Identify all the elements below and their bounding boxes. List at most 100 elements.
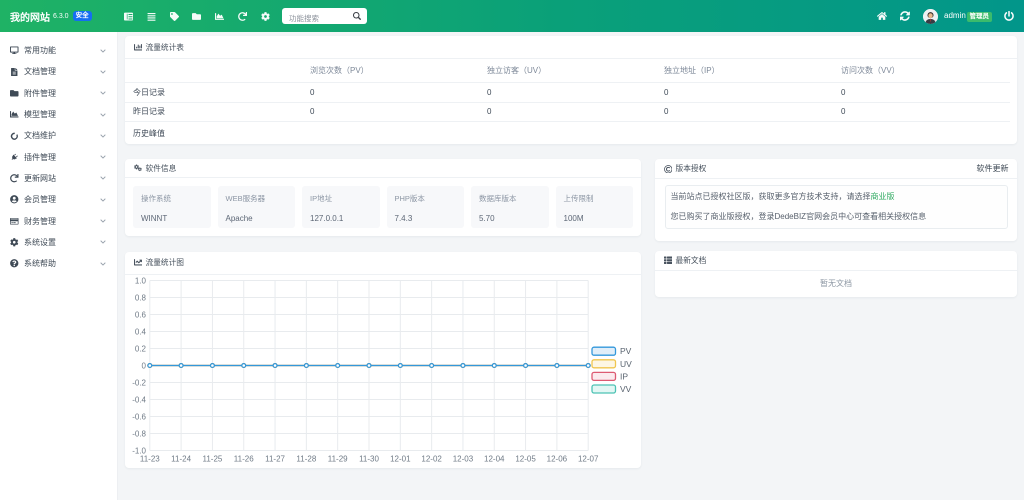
sidebar-item-会员管理[interactable]: 会员管理 xyxy=(0,189,117,210)
traffic-stats-title: 流量统计表 xyxy=(146,42,184,53)
software-info-title: 软件信息 xyxy=(146,163,177,174)
card-label: 数据库版本 xyxy=(479,193,541,204)
sidebar-item-文档管理[interactable]: 文档管理 xyxy=(0,61,117,82)
card-label: WEB服务器 xyxy=(226,193,288,204)
software-info-header: 软件信息 xyxy=(125,159,641,178)
sidebar-item-系统设置[interactable]: 系统设置 xyxy=(0,232,117,253)
file-icon xyxy=(10,68,19,77)
license-box: 当前站点已授权社区版，获取更多官方技术支持，请选择商业版 您已购买了商业版授权，… xyxy=(665,185,1008,229)
svg-text:11-27: 11-27 xyxy=(265,454,285,463)
home-icon[interactable] xyxy=(877,11,887,21)
cogs-icon xyxy=(134,164,143,173)
top-navbar: 我的网站 6.3.0 安全 admin 管理员 xyxy=(0,0,1024,32)
sidebar: 常用功能文档管理附件管理模型管理文档维护插件管理更新网站会员管理财务管理系统设置… xyxy=(0,32,118,500)
sidebar-item-label: 财务管理 xyxy=(24,216,56,227)
folder-icon[interactable] xyxy=(192,12,201,21)
svg-text:-0.4: -0.4 xyxy=(132,395,146,404)
tag-icon[interactable] xyxy=(170,12,179,21)
card-value: Apache xyxy=(226,214,288,223)
sidebar-item-插件管理[interactable]: 插件管理 xyxy=(0,146,117,167)
svg-text:0: 0 xyxy=(142,361,147,370)
cell-value: 0 xyxy=(479,88,656,97)
user-circle-icon xyxy=(10,195,19,204)
svg-text:12-02: 12-02 xyxy=(421,454,442,463)
chart-area-icon[interactable] xyxy=(215,12,224,21)
search-box xyxy=(282,8,367,24)
site-title[interactable]: 我的网站 xyxy=(10,9,50,24)
svg-text:12-05: 12-05 xyxy=(515,454,536,463)
avatar[interactable] xyxy=(923,9,938,24)
software-card-WEB服务器: WEB服务器 Apache xyxy=(218,186,296,228)
latest-docs-title: 最新文档 xyxy=(676,255,707,266)
svg-text:VV: VV xyxy=(620,384,632,394)
question-circle-icon xyxy=(10,259,19,268)
sidebar-item-财务管理[interactable]: 财务管理 xyxy=(0,210,117,231)
sidebar-item-label: 插件管理 xyxy=(24,152,56,163)
table-header-cell: 浏览次数（PV） xyxy=(302,65,479,76)
sidebar-menu: 常用功能文档管理附件管理模型管理文档维护插件管理更新网站会员管理财务管理系统设置… xyxy=(0,32,117,274)
chart-bar-icon xyxy=(134,43,143,52)
brand-area: 我的网站 6.3.0 安全 xyxy=(10,0,92,32)
row-label: 昨日记录 xyxy=(125,106,302,117)
svg-text:11-25: 11-25 xyxy=(202,454,222,463)
svg-text:-0.6: -0.6 xyxy=(132,412,146,421)
refresh-icon[interactable] xyxy=(900,11,910,21)
no-docs-text: 暂无文档 xyxy=(655,271,1017,296)
software-update-link[interactable]: 软件更新 xyxy=(977,163,1009,174)
sidebar-item-label: 会员管理 xyxy=(24,194,56,205)
bars-icon[interactable] xyxy=(147,12,156,21)
svg-text:0.2: 0.2 xyxy=(135,344,147,353)
search-icon[interactable] xyxy=(353,12,361,20)
sidebar-item-label: 系统帮助 xyxy=(24,258,56,269)
license-panel: 版本授权 软件更新 当前站点已授权社区版，获取更多官方技术支持，请选择商业版 您… xyxy=(655,159,1017,241)
row-label: 历史峰值 xyxy=(125,128,302,139)
license-line-1: 当前站点已授权社区版，获取更多官方技术支持，请选择商业版 xyxy=(671,187,1002,207)
desktop-icon xyxy=(10,46,19,55)
sidebar-item-更新网站[interactable]: 更新网站 xyxy=(0,168,117,189)
chevron-down-icon xyxy=(100,218,106,224)
sidebar-item-系统帮助[interactable]: 系统帮助 xyxy=(0,253,117,274)
row-label: 今日记录 xyxy=(125,87,302,98)
chevron-down-icon xyxy=(100,261,106,267)
svg-text:0.6: 0.6 xyxy=(135,310,147,319)
cell-value: 0 xyxy=(302,88,479,97)
list-alt-icon[interactable] xyxy=(124,12,133,21)
main-content: 流量统计表 浏览次数（PV） 独立访客（UV） 独立地址（IP） 访问次数（VV… xyxy=(118,32,1024,500)
username[interactable]: admin xyxy=(944,0,966,32)
svg-text:11-24: 11-24 xyxy=(171,454,191,463)
license-title: 版本授权 xyxy=(676,163,707,174)
redo-icon[interactable] xyxy=(238,12,247,21)
svg-text:11-30: 11-30 xyxy=(359,454,379,463)
sidebar-item-常用功能[interactable]: 常用功能 xyxy=(0,40,117,61)
sidebar-item-label: 模型管理 xyxy=(24,109,56,120)
chevron-down-icon xyxy=(100,175,106,181)
svg-text:-0.2: -0.2 xyxy=(132,378,146,387)
card-label: 上传限制 xyxy=(564,193,626,204)
svg-text:-0.8: -0.8 xyxy=(132,429,146,438)
sidebar-item-文档维护[interactable]: 文档维护 xyxy=(0,125,117,146)
svg-text:0.8: 0.8 xyxy=(135,293,147,302)
svg-text:12-07: 12-07 xyxy=(578,454,599,463)
svg-text:12-03: 12-03 xyxy=(453,454,474,463)
table-row: 历史峰值 xyxy=(125,122,1010,144)
power-icon[interactable] xyxy=(1004,11,1014,21)
role-badge: 管理员 xyxy=(967,12,992,22)
sidebar-item-模型管理[interactable]: 模型管理 xyxy=(0,104,117,125)
chevron-down-icon xyxy=(100,239,106,245)
traffic-stats-table: 浏览次数（PV） 独立访客（UV） 独立地址（IP） 访问次数（VV） 今日记录… xyxy=(125,59,1017,144)
svg-text:12-01: 12-01 xyxy=(390,454,411,463)
cell-value: 0 xyxy=(833,88,1010,97)
cell-value: 0 xyxy=(656,107,833,116)
traffic-chart-title: 流量统计图 xyxy=(146,257,184,268)
card-label: IP地址 xyxy=(310,193,372,204)
th-list-icon xyxy=(664,256,673,265)
card-value: 5.70 xyxy=(479,214,541,223)
business-edition-link[interactable]: 商业版 xyxy=(871,192,895,201)
sidebar-item-附件管理[interactable]: 附件管理 xyxy=(0,83,117,104)
svg-text:IP: IP xyxy=(620,371,628,381)
cog-icon[interactable] xyxy=(261,12,270,21)
table-header-cell: 独立访客（UV） xyxy=(479,65,656,76)
circle-notch-icon xyxy=(10,132,19,141)
chevron-down-icon xyxy=(100,154,106,160)
chart-area-icon xyxy=(10,110,19,119)
